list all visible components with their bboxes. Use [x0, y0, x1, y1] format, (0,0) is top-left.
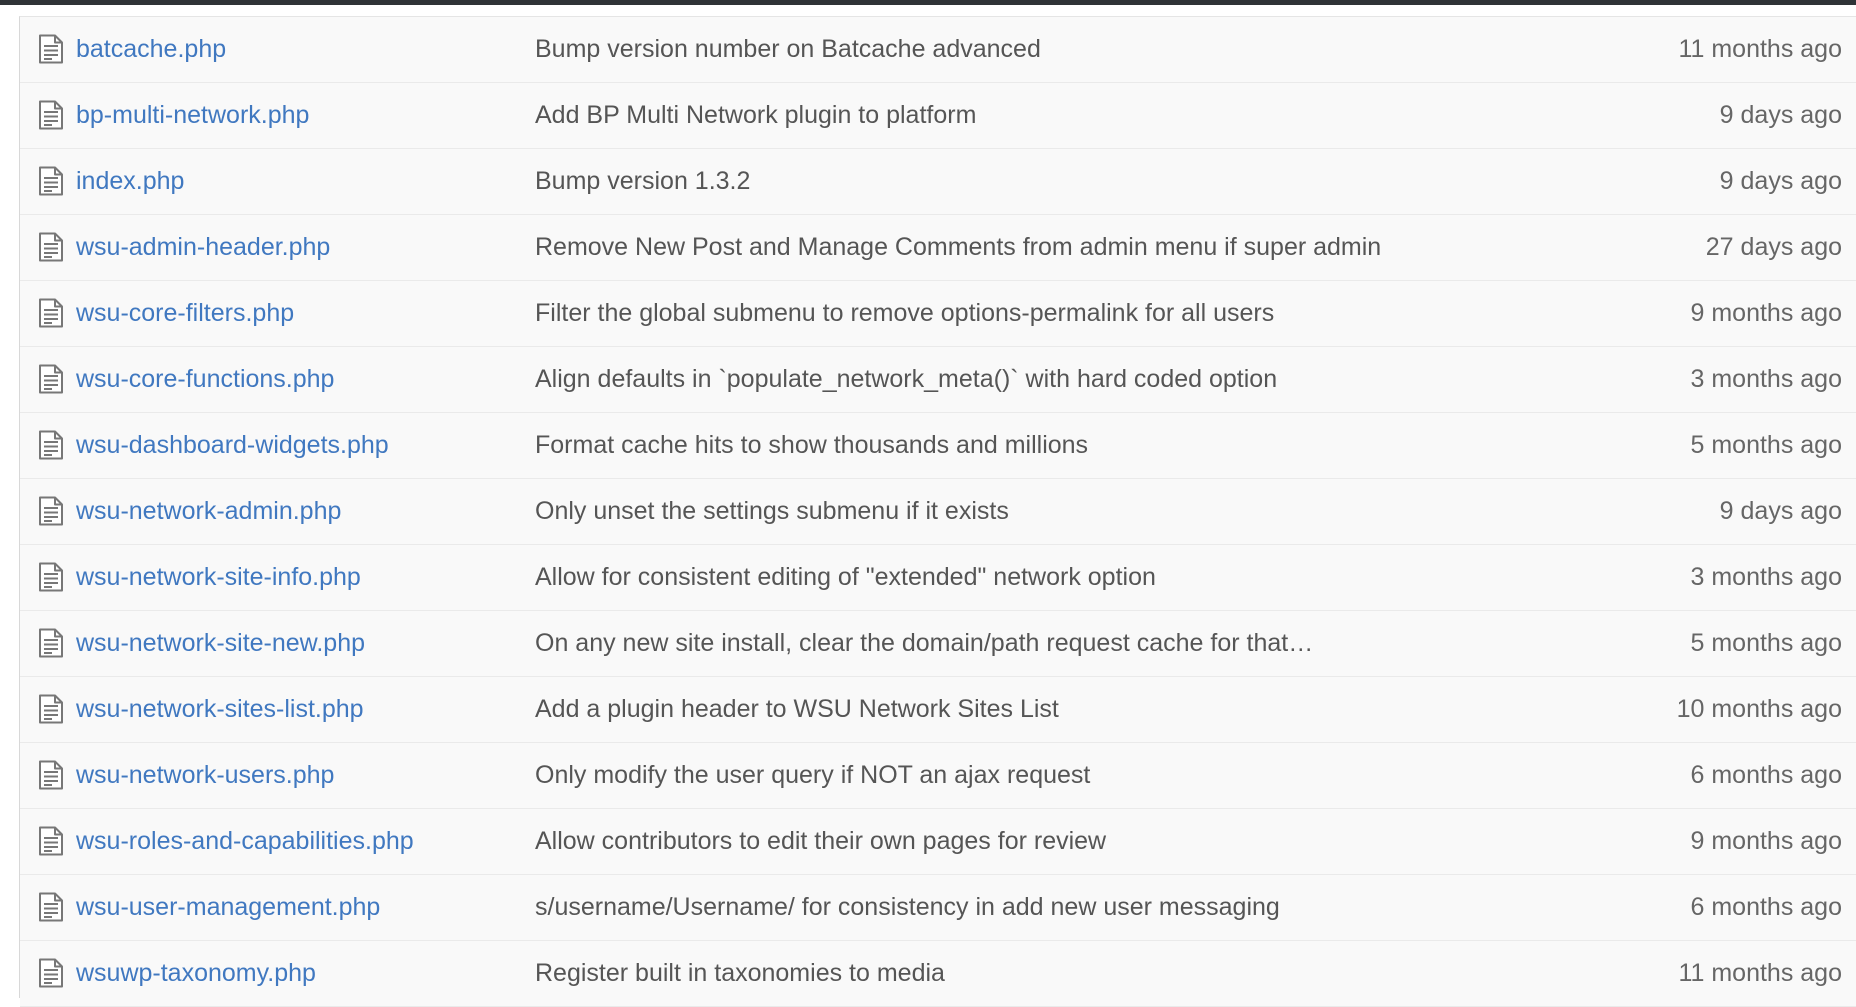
commit-age: 9 months ago	[1690, 827, 1843, 855]
commit-age: 9 days ago	[1719, 167, 1842, 195]
file-text-icon	[38, 826, 64, 856]
file-row: batcache.php Bump version number on Batc…	[20, 17, 1856, 83]
commit-message-link[interactable]: Register built in taxonomies to media	[535, 957, 945, 989]
file-row: wsu-user-management.php s/username/Usern…	[20, 875, 1856, 941]
file-name-link[interactable]: wsu-network-sites-list.php	[76, 693, 364, 725]
file-name-link[interactable]: wsu-network-site-new.php	[76, 627, 365, 659]
commit-message-link[interactable]: Format cache hits to show thousands and …	[535, 429, 1088, 461]
file-row: bp-multi-network.php Add BP Multi Networ…	[20, 83, 1856, 149]
file-row: wsu-dashboard-widgets.php Format cache h…	[20, 413, 1856, 479]
file-row: wsu-core-filters.php Filter the global s…	[20, 281, 1856, 347]
commit-age: 5 months ago	[1690, 431, 1843, 459]
commit-age: 9 days ago	[1719, 101, 1842, 129]
file-row: index.php Bump version 1.3.2 9 days ago	[20, 149, 1856, 215]
file-text-icon	[38, 628, 64, 658]
file-list: batcache.php Bump version number on Batc…	[19, 16, 1856, 1007]
file-text-icon	[38, 34, 64, 64]
commit-age: 10 months ago	[1676, 695, 1842, 723]
commit-message-link[interactable]: Allow contributors to edit their own pag…	[535, 825, 1106, 857]
file-text-icon	[38, 232, 64, 262]
commit-message-link[interactable]: Add a plugin header to WSU Network Sites…	[535, 693, 1059, 725]
file-row: wsu-network-site-new.php On any new site…	[20, 611, 1856, 677]
file-text-icon	[38, 364, 64, 394]
file-text-icon	[38, 694, 64, 724]
file-row: wsu-network-site-info.php Allow for cons…	[20, 545, 1856, 611]
commit-age: 6 months ago	[1690, 893, 1843, 921]
file-row: wsuwp-taxonomy.php Register built in tax…	[20, 941, 1856, 1007]
file-text-icon	[38, 430, 64, 460]
commit-age: 3 months ago	[1690, 563, 1843, 591]
commit-message-link[interactable]: Bump version number on Batcache advanced	[535, 33, 1041, 65]
file-text-icon	[38, 496, 64, 526]
file-name-link[interactable]: wsu-admin-header.php	[76, 231, 330, 263]
commit-age: 3 months ago	[1690, 365, 1843, 393]
file-row: wsu-core-functions.php Align defaults in…	[20, 347, 1856, 413]
file-text-icon	[38, 892, 64, 922]
commit-age: 27 days ago	[1705, 233, 1842, 261]
commit-message-link[interactable]: On any new site install, clear the domai…	[535, 627, 1313, 659]
commit-message-link[interactable]: Filter the global submenu to remove opti…	[535, 297, 1274, 329]
file-text-icon	[38, 298, 64, 328]
page: batcache.php Bump version number on Batc…	[0, 0, 1856, 1007]
file-name-link[interactable]: index.php	[76, 165, 184, 197]
commit-age: 5 months ago	[1690, 629, 1843, 657]
file-name-link[interactable]: wsu-network-admin.php	[76, 495, 341, 527]
commit-message-link[interactable]: Add BP Multi Network plugin to platform	[535, 99, 976, 131]
commit-message-link[interactable]: s/username/Username/ for consistency in …	[535, 891, 1280, 923]
file-row: wsu-network-sites-list.php Add a plugin …	[20, 677, 1856, 743]
commit-message-link[interactable]: Bump version 1.3.2	[535, 165, 750, 197]
file-name-link[interactable]: wsu-roles-and-capabilities.php	[76, 825, 414, 857]
file-name-link[interactable]: wsu-user-management.php	[76, 891, 380, 923]
file-row: wsu-network-admin.php Only unset the set…	[20, 479, 1856, 545]
file-text-icon	[38, 166, 64, 196]
commit-age: 9 days ago	[1719, 497, 1842, 525]
file-row: wsu-roles-and-capabilities.php Allow con…	[20, 809, 1856, 875]
file-name-link[interactable]: bp-multi-network.php	[76, 99, 309, 131]
file-name-link[interactable]: wsu-dashboard-widgets.php	[76, 429, 389, 461]
file-name-link[interactable]: wsuwp-taxonomy.php	[76, 957, 316, 989]
file-name-link[interactable]: wsu-core-filters.php	[76, 297, 294, 329]
file-name-link[interactable]: batcache.php	[76, 33, 226, 65]
commit-message-link[interactable]: Allow for consistent editing of "extende…	[535, 561, 1156, 593]
commit-message-link[interactable]: Only unset the settings submenu if it ex…	[535, 495, 1009, 527]
file-text-icon	[38, 760, 64, 790]
file-name-link[interactable]: wsu-network-site-info.php	[76, 561, 361, 593]
file-row: wsu-network-users.php Only modify the us…	[20, 743, 1856, 809]
commit-age: 9 months ago	[1690, 299, 1843, 327]
file-row: wsu-admin-header.php Remove New Post and…	[20, 215, 1856, 281]
file-text-icon	[38, 562, 64, 592]
commit-message-link[interactable]: Align defaults in `populate_network_meta…	[535, 363, 1277, 395]
file-name-link[interactable]: wsu-network-users.php	[76, 759, 334, 791]
commit-age: 11 months ago	[1678, 959, 1842, 987]
file-name-link[interactable]: wsu-core-functions.php	[76, 363, 334, 395]
commit-age: 6 months ago	[1690, 761, 1843, 789]
file-text-icon	[38, 958, 64, 988]
commit-message-link[interactable]: Remove New Post and Manage Comments from…	[535, 231, 1381, 263]
top-bar	[0, 0, 1856, 5]
commit-age: 11 months ago	[1678, 35, 1842, 63]
commit-message-link[interactable]: Only modify the user query if NOT an aja…	[535, 759, 1090, 791]
file-text-icon	[38, 100, 64, 130]
